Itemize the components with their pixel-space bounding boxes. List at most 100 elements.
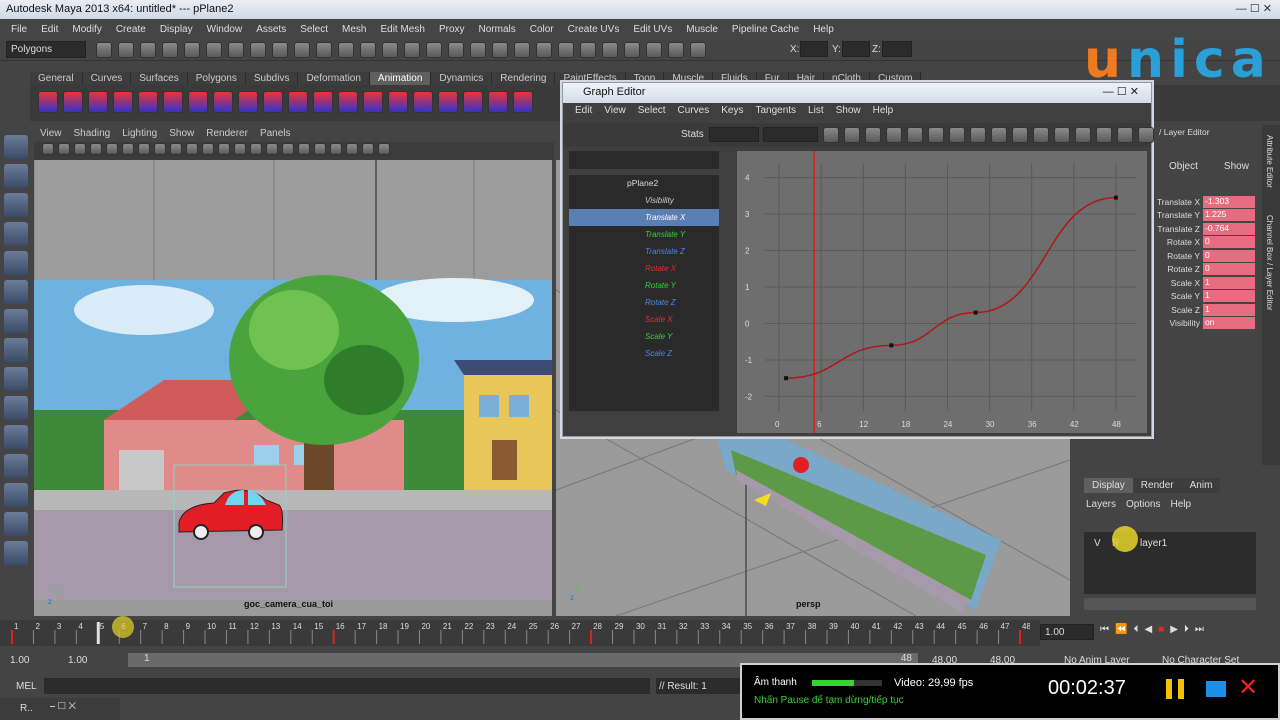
select-tool-icon[interactable] [4, 135, 28, 159]
viewport-tool-icon[interactable] [346, 143, 358, 155]
menu-assets[interactable]: Assets [249, 24, 293, 35]
status-tool-icon[interactable] [448, 42, 464, 58]
viewport-tool-icon[interactable] [218, 143, 230, 155]
graph-tool-icon[interactable] [1096, 127, 1112, 143]
menu-mesh[interactable]: Mesh [335, 24, 373, 35]
shelf-tab-rendering[interactable]: Rendering [492, 72, 556, 85]
graph-menu-keys[interactable]: Keys [715, 105, 749, 121]
viewport-tool-icon[interactable] [90, 143, 102, 155]
status-tool-icon[interactable] [492, 42, 508, 58]
menu-help[interactable]: Help [806, 24, 841, 35]
graph-tool-icon[interactable] [1075, 127, 1091, 143]
layout-custom-icon[interactable] [4, 541, 28, 565]
graph-tool-icon[interactable] [823, 127, 839, 143]
shelf-tool-icon[interactable] [338, 91, 358, 113]
menu-proxy[interactable]: Proxy [432, 24, 472, 35]
channel-value[interactable]: 0 [1203, 236, 1255, 249]
attribute-editor-tab[interactable]: Attribute Editor [1265, 135, 1274, 188]
mel-input[interactable] [44, 678, 650, 694]
minimized-window[interactable]: R.. ⎯ ☐ ✕ [0, 698, 120, 720]
graph-channel-scale-x[interactable]: Scale X [569, 311, 719, 328]
layer-scrollbar[interactable] [1084, 598, 1256, 610]
viewport-tool-icon[interactable] [170, 143, 182, 155]
status-tool-icon[interactable] [140, 42, 156, 58]
shelf-tool-icon[interactable] [438, 91, 458, 113]
show-manip-icon[interactable] [4, 367, 28, 391]
shelf-tool-icon[interactable] [513, 91, 533, 113]
paint-select-icon[interactable] [4, 193, 28, 217]
taskbar-controls[interactable]: ⎯ ☐ ✕ [50, 701, 76, 712]
audio-level[interactable] [812, 680, 882, 686]
shelf-tool-icon[interactable] [263, 91, 283, 113]
layout-four-icon[interactable] [4, 425, 28, 449]
shelf-tab-surfaces[interactable]: Surfaces [131, 72, 188, 85]
time-slider[interactable]: 1234567891011121314151617181920212223242… [0, 616, 1040, 646]
layer-tab-display[interactable]: Display [1084, 478, 1133, 493]
viewport-tool-icon[interactable] [42, 143, 54, 155]
shelf-tool-icon[interactable] [213, 91, 233, 113]
status-tool-icon[interactable] [382, 42, 398, 58]
status-tool-icon[interactable] [250, 42, 266, 58]
viewport-menu-show[interactable]: Show [169, 128, 194, 142]
viewport-menu-shading[interactable]: Shading [74, 128, 111, 142]
graph-tool-icon[interactable] [1054, 127, 1070, 143]
viewport-tool-icon[interactable] [74, 143, 86, 155]
graph-channel-rotate-y[interactable]: Rotate Y [569, 277, 719, 294]
graph-tool-icon[interactable] [970, 127, 986, 143]
status-tool-icon[interactable] [206, 42, 222, 58]
channel-value[interactable]: -0.764 [1203, 222, 1255, 235]
layer-menu-help[interactable]: Help [1170, 499, 1191, 510]
status-tool-icon[interactable] [294, 42, 310, 58]
shelf-tool-icon[interactable] [188, 91, 208, 113]
menu-create-uvs[interactable]: Create UVs [561, 24, 627, 35]
menu-window[interactable]: Window [200, 24, 250, 35]
viewport-tool-icon[interactable] [138, 143, 150, 155]
graph-menu-help[interactable]: Help [867, 105, 900, 121]
viewport-tool-icon[interactable] [154, 143, 166, 155]
status-tool-icon[interactable] [536, 42, 552, 58]
shelf-tool-icon[interactable] [413, 91, 433, 113]
graph-menu-list[interactable]: List [802, 105, 830, 121]
graph-tool-icon[interactable] [949, 127, 965, 143]
layer-visibility[interactable]: V [1094, 538, 1101, 549]
graph-channel-rotate-x[interactable]: Rotate X [569, 260, 719, 277]
status-tool-icon[interactable] [338, 42, 354, 58]
menu-normals[interactable]: Normals [472, 24, 523, 35]
scale-tool-icon[interactable] [4, 280, 28, 304]
viewport-tool-icon[interactable] [106, 143, 118, 155]
shelf-tool-icon[interactable] [163, 91, 183, 113]
graph-channel-rotate-z[interactable]: Rotate Z [569, 294, 719, 311]
channel-value[interactable]: 0 [1203, 263, 1255, 276]
step-back-key-icon[interactable]: ⏪ [1115, 624, 1127, 635]
stop-icon[interactable]: ■ [1158, 624, 1164, 635]
graph-menu-curves[interactable]: Curves [672, 105, 716, 121]
shelf-tool-icon[interactable] [88, 91, 108, 113]
channel-value[interactable]: 0 [1203, 249, 1255, 262]
menu-color[interactable]: Color [523, 24, 561, 35]
x-field[interactable] [800, 41, 828, 57]
window-icon[interactable] [1206, 681, 1226, 697]
outliner-layout-icon[interactable] [4, 512, 28, 536]
shelf-tab-curves[interactable]: Curves [82, 72, 132, 85]
shelf-tab-subdivs[interactable]: Subdivs [245, 72, 299, 85]
viewport-menu-panels[interactable]: Panels [260, 128, 291, 142]
shelf-tab-dynamics[interactable]: Dynamics [431, 72, 493, 85]
pause-icon[interactable] [1166, 679, 1184, 699]
status-tool-icon[interactable] [668, 42, 684, 58]
channel-box-tab-object[interactable]: Object [1155, 161, 1198, 172]
viewport-tool-icon[interactable] [298, 143, 310, 155]
shelf-tool-icon[interactable] [363, 91, 383, 113]
status-tool-icon[interactable] [624, 42, 640, 58]
graph-channel-scale-z[interactable]: Scale Z [569, 345, 719, 362]
graph-tool-icon[interactable] [1033, 127, 1049, 143]
layer-name[interactable]: layer1 [1140, 538, 1167, 549]
graph-channel-scale-y[interactable]: Scale Y [569, 328, 719, 345]
status-tool-icon[interactable] [470, 42, 486, 58]
manipulator-icon[interactable] [4, 309, 28, 333]
lasso-tool-icon[interactable] [4, 164, 28, 188]
step-forward-icon[interactable]: ⏵ [1184, 624, 1189, 635]
status-tool-icon[interactable] [580, 42, 596, 58]
status-tool-icon[interactable] [360, 42, 376, 58]
graph-tool-icon[interactable] [907, 127, 923, 143]
graph-channel-translate-y[interactable]: Translate Y [569, 226, 719, 243]
